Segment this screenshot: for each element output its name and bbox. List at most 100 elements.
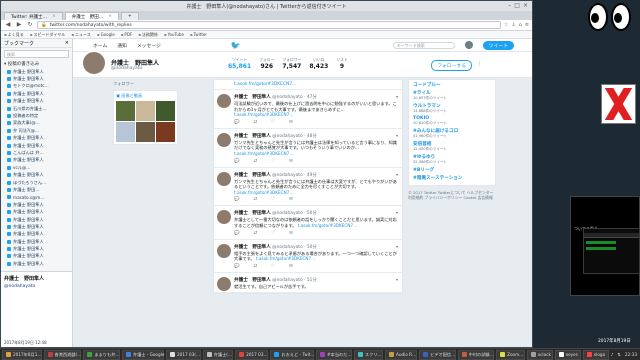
message-icon[interactable]: ✉ (289, 231, 293, 236)
retweet-icon[interactable]: ⇄ (253, 159, 257, 164)
trend-item[interactable]: 安倍首相 12,450件のツイート (413, 141, 491, 152)
media-thumbnail[interactable] (156, 122, 175, 142)
taskbar-item[interactable]: ビデオ配信… (419, 349, 456, 360)
trend-item[interactable]: #みんなに届けるコロ 41,960件のツイート (413, 128, 491, 139)
bookmark-item[interactable]: Google (97, 32, 115, 37)
retweet-icon[interactable]: ⇄ (253, 231, 257, 236)
tweet-author[interactable]: 弁護士 野田隼人 (234, 95, 271, 100)
bookmark-list-item[interactable]: 弁護士 野田隼人 (1, 157, 72, 164)
tweet[interactable]: ▾ 弁護士 野田隼人 @nodahayato · 51分 就活生です。自己アピー… (214, 273, 402, 294)
chevron-down-icon[interactable]: ▾ (396, 94, 398, 99)
bookmark-list-item[interactable]: 石川県の弁護士… (1, 105, 72, 112)
reply-icon[interactable]: 💬 (234, 231, 239, 236)
stat-likes[interactable]: いいね 8,423 (309, 57, 328, 70)
bookmark-list-item[interactable]: 弁護士 野田隼人 (1, 216, 72, 223)
tab-close-icon[interactable]: × (108, 14, 112, 19)
xeyes-window[interactable] (587, 0, 633, 34)
url-bar[interactable]: 🔒 twitter.com/nodahayato/with_replies (37, 21, 501, 29)
bookmark-item[interactable]: ニュース (71, 32, 91, 38)
tweet[interactable]: ▾ 弁護士 野田隼人 @nodahayato · 47分 司法試験が近いので、最… (214, 90, 402, 129)
tweet[interactable]: ▾ 弁護士 野田隼人 @nodahayato · 49分 ガンマ先生とちゃんと先… (214, 168, 402, 207)
like-icon[interactable]: ♡ (271, 264, 275, 269)
stat-following[interactable]: フォロー 926 (259, 57, 274, 70)
tweet[interactable]: ▾ 弁護士 野田隼人 @nodahayato · 50分 相手の主張をよく見てみ… (214, 240, 402, 273)
tweet-author[interactable]: 弁護士 野田隼人 (234, 134, 271, 139)
tray-clock[interactable]: 22:33 (625, 352, 637, 357)
account-avatar[interactable] (464, 41, 473, 49)
nav-messages[interactable]: メッセージ (137, 42, 161, 49)
trend-item[interactable]: TOKIO 10,610件のツイート (413, 116, 491, 126)
bookmark-list-item[interactable]: ほづたろうさん… (1, 179, 72, 186)
tweet-button[interactable]: ツイート (482, 40, 514, 50)
home-icon[interactable]: ⌂ (519, 22, 522, 28)
tab-twitter[interactable]: Twitter: 弁護士… × (4, 12, 63, 20)
tweet-author[interactable]: 弁護士 野田隼人 (234, 245, 271, 250)
close-icon[interactable]: × (65, 40, 69, 46)
tweet-link[interactable]: t.asok.fm/goto/#3DKECN7… (214, 80, 402, 90)
tab-profile[interactable]: 弁護士 野田… × (64, 12, 120, 20)
bookmark-list-item[interactable]: 弁護士 野田隼人 (1, 135, 72, 142)
bookmark-list-item[interactable]: 弁護士 野田隼人 (1, 223, 72, 230)
audio-meter-window[interactable] (583, 228, 640, 274)
twitter-search-input[interactable]: キーワード検索 (392, 41, 455, 49)
tweet-author[interactable]: 弁護士 野田隼人 (234, 173, 271, 178)
taskbar-item[interactable]: Zoom… (496, 349, 525, 360)
bookmark-item[interactable]: Twitter (190, 32, 207, 37)
taskbar-item[interactable]: ままりも弁… (83, 349, 120, 360)
stat-lists[interactable]: リスト 9 (336, 57, 347, 70)
followers-note[interactable]: フォロワー (113, 81, 178, 87)
taskbar-item[interactable]: #本当のだ… (316, 349, 352, 360)
sidebar-folder[interactable]: ▾ 投稿の書き込み (1, 60, 72, 68)
reload-icon[interactable]: ↻ (26, 21, 34, 29)
media-thumbnail[interactable] (116, 122, 135, 142)
bookmark-list-item[interactable]: こんばんは 弁… (1, 149, 72, 156)
tweet-link[interactable]: t.asok.fm/goto/#3DKECN7… (234, 190, 294, 195)
retweet-icon[interactable]: ⇄ (253, 120, 257, 125)
taskbar-item[interactable]: xeyes (554, 349, 581, 360)
chevron-down-icon[interactable]: ▾ (396, 172, 398, 177)
reply-icon[interactable]: 💬 (234, 264, 239, 269)
nav-home[interactable]: ホーム (93, 42, 107, 49)
star-icon[interactable]: ☆ (504, 22, 508, 28)
bookmark-list-item[interactable]: 投稿者の特定 (1, 112, 72, 119)
follow-button[interactable]: フォローする (431, 60, 472, 71)
profile-avatar[interactable] (81, 50, 107, 76)
twitter-logo-icon[interactable]: 🐦 (231, 41, 241, 50)
bookmark-list-item[interactable]: 弁護士 野田隼人 (1, 231, 72, 238)
message-icon[interactable]: ✉ (289, 120, 293, 125)
tweet-avatar[interactable] (217, 132, 231, 147)
nav-notifications[interactable]: 通知 (117, 42, 127, 49)
taskbar-item[interactable]: xclock (526, 349, 553, 360)
message-icon[interactable]: ✉ (289, 264, 293, 269)
taskbar-item[interactable]: 2017 03(… (165, 349, 201, 360)
bookmark-item[interactable]: YouTube (164, 32, 184, 37)
like-icon[interactable]: ♡ (271, 120, 275, 125)
bookmark-list-item[interactable]: 弁護士 野田隼人 (1, 238, 72, 245)
stat-followers[interactable]: フォロワー 7,547 (282, 57, 301, 70)
trend-item[interactable]: コードブルー (413, 82, 491, 88)
tweet-avatar[interactable] (217, 210, 231, 225)
taskbar-item[interactable]: xlogo (582, 349, 609, 360)
tweet-link[interactable]: t.asok.fm/goto/#3DKECN7… (234, 151, 294, 156)
taskbar-item[interactable]: Audio R… (384, 349, 418, 360)
tweet-link[interactable]: t.asok.fm/goto/#3DKECN7… (256, 256, 316, 261)
window-titlebar[interactable]: 弁護士 野田隼人(@nodahayato)さん | Twitterから返信付きツ… (1, 1, 532, 11)
media-thumbnail[interactable] (116, 101, 135, 121)
bookmark-list-item[interactable]: 弁護士 野田隼人 (1, 142, 72, 149)
close-icon[interactable]: × (523, 2, 528, 9)
download-icon[interactable]: ↓ (511, 22, 515, 28)
media-thumbnail[interactable] (136, 101, 155, 121)
reply-icon[interactable]: 💬 (234, 197, 239, 202)
reply-icon[interactable]: 💬 (234, 120, 239, 125)
tweet-author[interactable]: 弁護士 野田隼人 (234, 278, 271, 283)
bookmark-list-item[interactable]: masato.s@m… (1, 194, 72, 201)
bookmark-item[interactable]: PDF (121, 32, 132, 37)
taskbar-item[interactable]: 香港西遊戯(… (43, 349, 82, 360)
bookmark-list-item[interactable]: 弁 司法?(@… (1, 127, 72, 134)
trend-item[interactable]: #暗黒スーステーション (413, 175, 491, 181)
chevron-down-icon[interactable]: ▾ (396, 133, 398, 138)
bookmark-list-item[interactable]: 弁護士 野田隼人 (1, 90, 72, 97)
taskbar-item[interactable]: 2017 03… (235, 349, 269, 360)
taskbar-item[interactable]: 弁護士(… (202, 349, 234, 360)
new-tab-button[interactable]: + (121, 12, 139, 20)
